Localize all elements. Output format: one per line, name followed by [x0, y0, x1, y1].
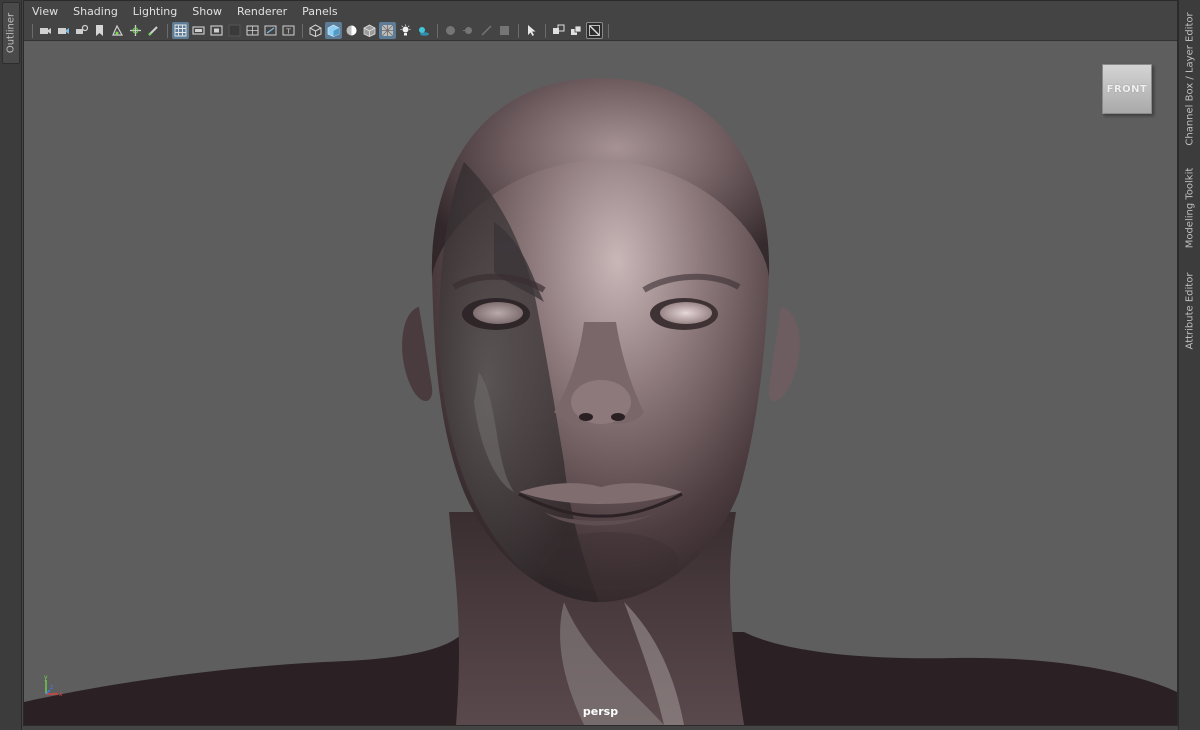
menu-view[interactable]: View: [32, 5, 58, 18]
grid-icon[interactable]: [172, 22, 189, 39]
toolbar-separator: [608, 23, 609, 38]
camera-lock-icon[interactable]: [73, 22, 90, 39]
modeling-toolkit-tab-label: Modeling Toolkit: [1184, 167, 1196, 249]
viewport-panel: View Shading Lighting Show Renderer Pane…: [23, 0, 1178, 726]
toolbar-separator: [545, 23, 546, 38]
svg-text:T: T: [285, 28, 291, 36]
toolbar-separator: [437, 23, 438, 38]
attribute-editor-tab-label: Attribute Editor: [1184, 272, 1196, 350]
multisample-aa-icon[interactable]: [478, 22, 495, 39]
use-all-lights-icon[interactable]: [397, 22, 414, 39]
two-d-pan-icon[interactable]: [127, 22, 144, 39]
modeling-toolkit-tab[interactable]: Modeling Toolkit: [1181, 156, 1199, 260]
menu-panels[interactable]: Panels: [302, 5, 337, 18]
panel-toolbar: T: [24, 21, 1177, 41]
svg-text:y: y: [44, 674, 48, 681]
wireframe-icon[interactable]: [307, 22, 324, 39]
xray-active-icon[interactable]: [550, 22, 567, 39]
outliner-tab-label: Outliner: [5, 12, 17, 54]
3d-viewport[interactable]: FRONT y x z persp: [24, 42, 1177, 725]
isolate-select-icon[interactable]: [523, 22, 540, 39]
bookmark-icon[interactable]: [91, 22, 108, 39]
menu-show[interactable]: Show: [192, 5, 222, 18]
head-model: [24, 78, 1177, 725]
menu-shading[interactable]: Shading: [73, 5, 118, 18]
view-cube[interactable]: FRONT: [1102, 64, 1152, 114]
outliner-tab[interactable]: Outliner: [2, 2, 20, 64]
grease-pencil-icon[interactable]: [145, 22, 162, 39]
default-material-icon[interactable]: [343, 22, 360, 39]
channel-box-tab[interactable]: Channel Box / Layer Editor: [1181, 4, 1199, 154]
xray-icon[interactable]: [379, 22, 396, 39]
camera-select-icon[interactable]: [37, 22, 54, 39]
toolbar-separator: [167, 23, 168, 38]
resolution-gate-icon[interactable]: [208, 22, 225, 39]
shadows-icon[interactable]: [415, 22, 432, 39]
camera-label: persp: [582, 705, 619, 718]
camera-attributes-icon[interactable]: [55, 22, 72, 39]
channel-box-tab-label: Channel Box / Layer Editor: [1184, 12, 1196, 146]
svg-text:z: z: [50, 684, 53, 691]
screen-space-ao-icon[interactable]: [442, 22, 459, 39]
safe-action-icon[interactable]: [262, 22, 279, 39]
view-cube-label: FRONT: [1106, 83, 1148, 95]
attribute-editor-tab[interactable]: Attribute Editor: [1181, 262, 1199, 360]
xray-joints-icon[interactable]: [568, 22, 585, 39]
field-chart-icon[interactable]: [244, 22, 261, 39]
menu-renderer[interactable]: Renderer: [237, 5, 287, 18]
toolbar-separator: [302, 23, 303, 38]
depth-of-field-icon[interactable]: [496, 22, 513, 39]
film-gate-icon[interactable]: [190, 22, 207, 39]
menu-lighting[interactable]: Lighting: [133, 5, 177, 18]
motion-blur-icon[interactable]: [460, 22, 477, 39]
panel-menubar: View Shading Lighting Show Renderer Pane…: [24, 1, 1177, 21]
image-plane-icon[interactable]: [109, 22, 126, 39]
wireframe-on-shaded-icon[interactable]: [361, 22, 378, 39]
axis-gizmo: y x z: [44, 674, 63, 698]
toolbar-separator: [518, 23, 519, 38]
backface-culling-icon[interactable]: [586, 22, 603, 39]
left-dock-strip: Outliner: [0, 0, 22, 730]
toolbar-separator: [32, 23, 33, 38]
right-dock-strip: Channel Box / Layer Editor Modeling Tool…: [1178, 0, 1200, 730]
gate-mask-icon[interactable]: [226, 22, 243, 39]
smooth-shade-icon[interactable]: [325, 22, 342, 39]
svg-text:x: x: [59, 691, 63, 698]
safe-title-icon[interactable]: T: [280, 22, 297, 39]
